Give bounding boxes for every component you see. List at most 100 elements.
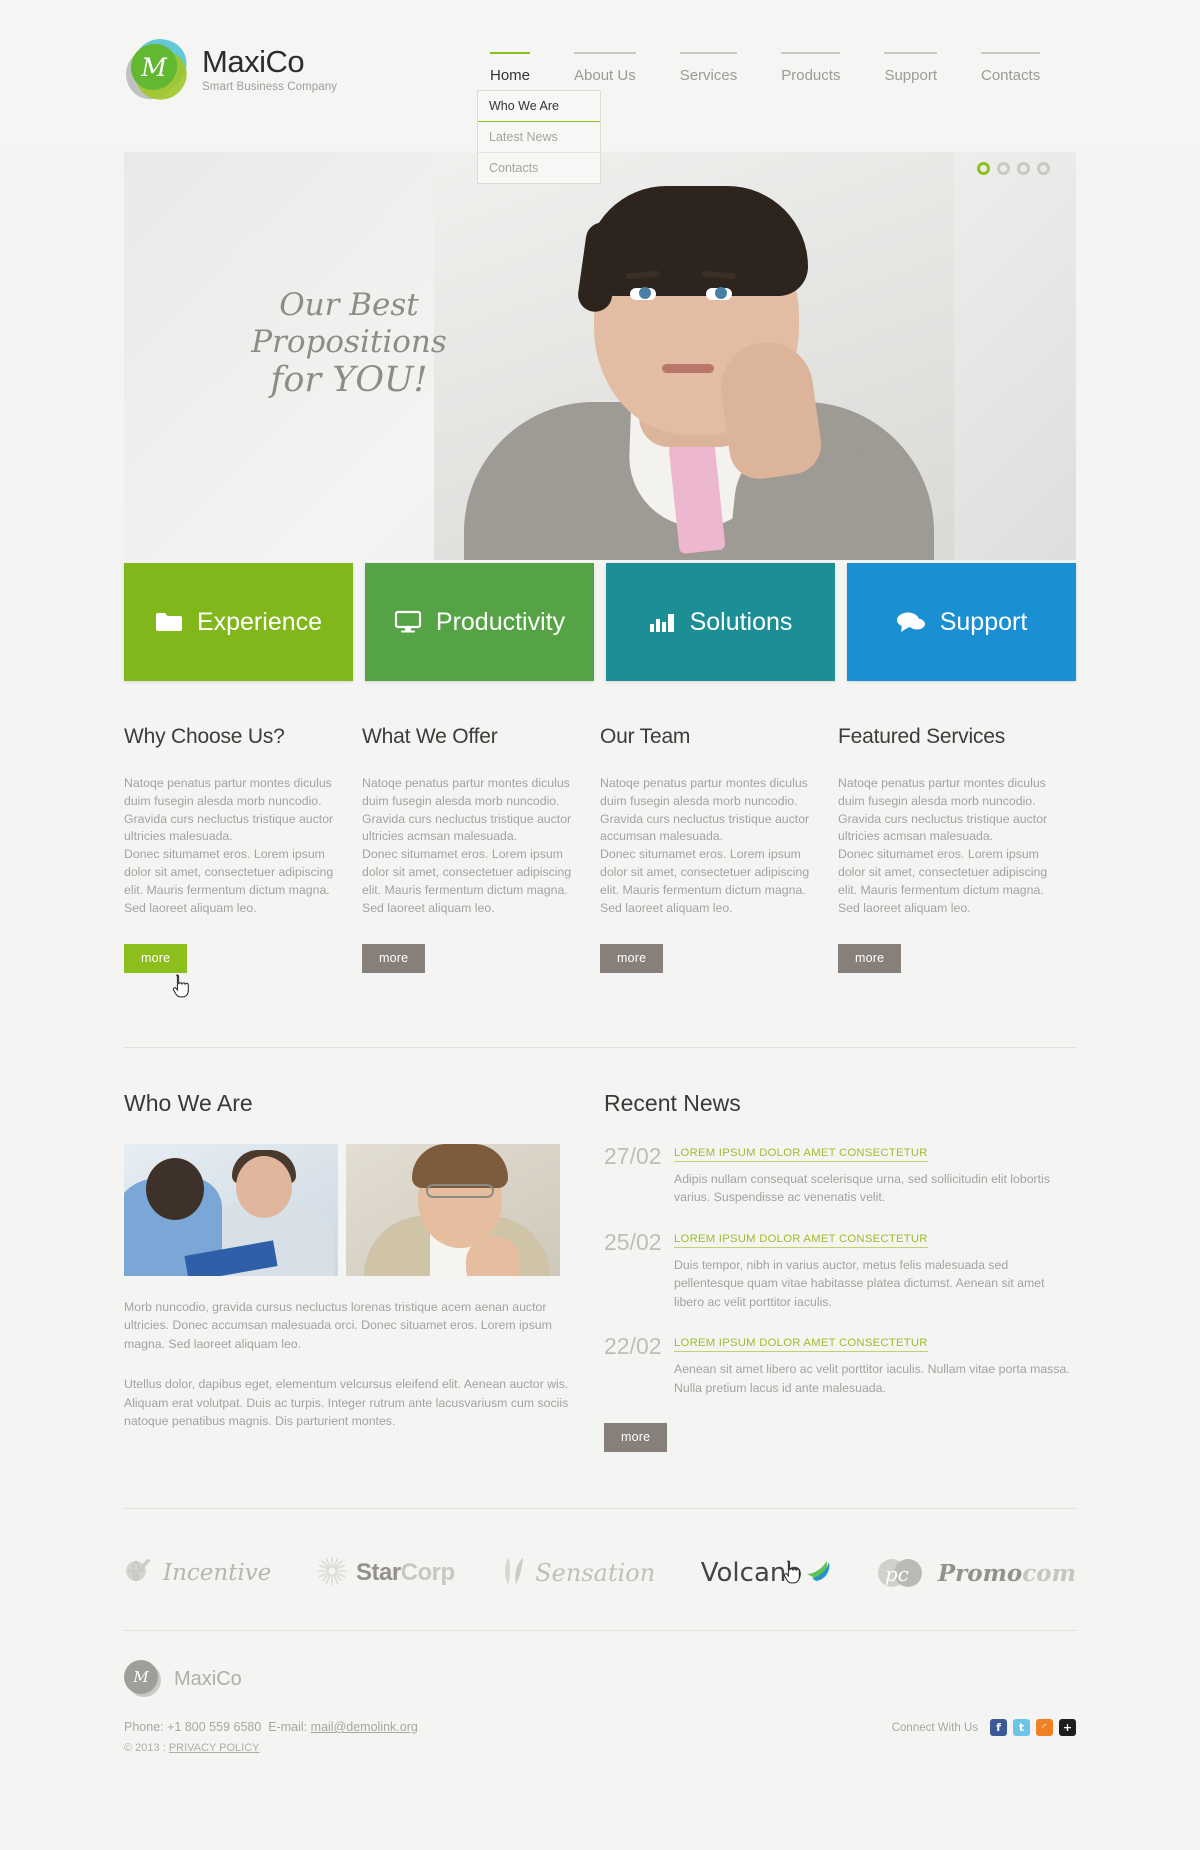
column-paragraph-2: Donec situmamet eros. Lorem ipsum dolor … — [124, 847, 334, 915]
page-root: M MaxiCo Smart Business Company Home Who… — [0, 0, 1200, 1850]
news-text: Aenean sit amet libero ac velit porttito… — [674, 1362, 1070, 1395]
column-paragraph-1: Natoqe penatus partur montes diculus dui… — [124, 776, 334, 844]
facebook-icon[interactable]: f — [990, 1719, 1007, 1736]
feature-label: Experience — [196, 607, 323, 636]
twitter-icon[interactable]: t — [1013, 1719, 1030, 1736]
dropdown-item-contacts[interactable]: Contacts — [478, 153, 600, 183]
nav-accent-line — [574, 52, 636, 54]
rss-icon[interactable]: ◜ — [1036, 1719, 1053, 1736]
nav-item-support[interactable]: Support — [862, 52, 959, 84]
who-we-are-paragraph-1: Morb nuncodio, gravida cursus necluctus … — [124, 1300, 552, 1351]
feature-box-experience[interactable]: Experience — [124, 563, 353, 681]
news-headline-link[interactable]: LOREM IPSUM DOLOR AMET CONSECTETUR — [674, 1147, 928, 1162]
nav-label: Support — [884, 67, 937, 84]
feature-label: Support — [939, 607, 1028, 636]
nav-accent-line — [981, 52, 1041, 54]
site-footer: M MaxiCo Phone: +1 800 559 6580 E-mail: … — [124, 1660, 1076, 1754]
who-we-are-images — [124, 1144, 604, 1276]
logo-letter: M — [141, 52, 167, 82]
nav-label: Services — [679, 67, 738, 84]
nav-accent-line — [490, 52, 531, 54]
privacy-policy-link[interactable]: PRIVACY POLICY — [169, 1742, 260, 1754]
more-button-featured-services[interactable]: more — [838, 943, 902, 973]
feature-box-support[interactable]: Support — [847, 563, 1076, 681]
site-logo[interactable]: M MaxiCo Smart Business Company — [121, 32, 338, 110]
nav-accent-line — [679, 52, 738, 54]
feature-label: Solutions — [689, 607, 793, 636]
footer-copyright: © 2013 : PRIVACY POLICY — [124, 1742, 1076, 1754]
logo-title: MaxiCo — [202, 43, 305, 79]
barchart-icon — [649, 611, 676, 633]
partner-name: Incentive — [163, 1560, 272, 1586]
recent-news-title: Recent News — [604, 1090, 741, 1116]
feature-box-productivity[interactable]: Productivity — [365, 563, 594, 681]
connect-label: Connect With Us — [891, 1721, 978, 1734]
nav-item-about-us[interactable]: About Us — [552, 52, 658, 84]
news-date: 25/02 — [604, 1228, 662, 1255]
leaf-icon — [500, 1556, 526, 1591]
column-what-we-offer: What We Offer Natoqe penatus partur mont… — [362, 725, 600, 973]
partner-name-part1: Promo — [937, 1559, 1023, 1587]
nav-dropdown-home: Who We Are Latest News Contacts — [477, 90, 601, 184]
swoosh-icon — [805, 1558, 831, 1589]
globe-check-icon — [124, 1557, 154, 1590]
partner-sensation[interactable]: Sensation — [500, 1556, 655, 1591]
news-headline-link[interactable]: LOREM IPSUM DOLOR AMET CONSECTETUR — [674, 1233, 928, 1248]
email-link[interactable]: mail@demolink.org — [311, 1720, 418, 1734]
logo-mark-icon: M — [121, 32, 196, 110]
news-date: 27/02 — [604, 1143, 662, 1169]
news-headline-link[interactable]: LOREM IPSUM DOLOR AMET CONSECTETUR — [674, 1337, 928, 1353]
sunburst-icon — [317, 1556, 347, 1591]
hero-caption: Our Best Propositions for YOU! — [184, 287, 514, 401]
slider-dot-4[interactable] — [1037, 162, 1050, 175]
more-button-our-team[interactable]: more — [600, 943, 664, 973]
footer-logo-mark-icon: M — [124, 1660, 162, 1698]
nav-item-contacts[interactable]: Contacts — [959, 52, 1062, 84]
dropdown-item-who-we-are[interactable]: Who We Are — [478, 91, 600, 122]
footer-logo[interactable]: M MaxiCo — [124, 1660, 1076, 1698]
slider-dot-1[interactable] — [977, 162, 990, 175]
column-paragraph-2: Donec situmamet eros. Lorem ipsum dolor … — [838, 847, 1048, 915]
nav-accent-line — [781, 52, 841, 54]
more-button-what-we-offer[interactable]: more — [362, 943, 426, 973]
slider-dot-2[interactable] — [997, 162, 1010, 175]
addthis-icon[interactable]: + — [1059, 1719, 1076, 1736]
column-title: Featured Services — [838, 725, 1006, 748]
hero-slider[interactable]: Our Best Propositions for YOU! — [124, 152, 1076, 560]
team-photo-2 — [346, 1144, 560, 1276]
feature-boxes: Experience Productivity Solutions Suppor… — [124, 563, 1076, 681]
column-title: Why Choose Us? — [124, 725, 285, 748]
news-text: Adipis nullam consequat scelerisque urna… — [674, 1172, 1050, 1205]
team-photo-1 — [124, 1144, 338, 1276]
feature-box-solutions[interactable]: Solutions — [606, 563, 835, 681]
nav-item-home[interactable]: Home Who We Are Latest News Contacts — [468, 52, 601, 184]
column-paragraph-2: Donec situmamet eros. Lorem ipsum dolor … — [362, 847, 572, 915]
partner-volcano[interactable]: Volcano — [701, 1558, 832, 1589]
column-why-choose-us: Why Choose Us? Natoqe penatus partur mon… — [124, 725, 362, 973]
partners-row: Incentive StarCorp Sensation Volcano pc … — [124, 1525, 1076, 1621]
slider-dot-3[interactable] — [1017, 162, 1030, 175]
nav-item-services[interactable]: Services — [658, 52, 760, 84]
partner-name: Volcano — [700, 1558, 803, 1588]
partner-name: Sensation — [535, 1559, 656, 1587]
phone-label: Phone: — [124, 1720, 164, 1734]
nav-label: About Us — [574, 67, 636, 84]
partner-incentive[interactable]: Incentive — [124, 1557, 271, 1590]
nav-item-products[interactable]: Products — [759, 52, 862, 84]
partner-promocom[interactable]: pc Promocom — [877, 1558, 1076, 1588]
mouse-cursor-more-button — [172, 974, 190, 998]
more-button-why-choose-us[interactable]: more — [124, 943, 188, 973]
who-we-are-paragraph-2: Utellus dolor, dapibus eget, elementum v… — [124, 1377, 569, 1429]
footer-logo-letter: M — [133, 1668, 149, 1686]
news-item: 25/02 LOREM IPSUM DOLOR AMET CONSECTETUR… — [604, 1229, 1076, 1311]
news-item: 27/02 LOREM IPSUM DOLOR AMET CONSECTETUR… — [604, 1143, 1076, 1207]
dropdown-item-latest-news[interactable]: Latest News — [478, 122, 600, 153]
news-item: 22/02 LOREM IPSUM DOLOR AMET CONSECTETUR… — [604, 1333, 1076, 1397]
logo-tagline: Smart Business Company — [202, 80, 338, 93]
column-paragraph-1: Natoqe penatus partur montes diculus dui… — [600, 776, 810, 844]
who-we-are-section: Who We Are Morb nuncodio, gravida cursus… — [124, 1090, 604, 1452]
column-paragraph-1: Natoqe penatus partur montes diculus dui… — [362, 776, 572, 844]
more-button-news[interactable]: more — [604, 1423, 668, 1453]
column-title: What We Offer — [362, 725, 498, 748]
partner-starcorp[interactable]: StarCorp — [317, 1556, 455, 1591]
